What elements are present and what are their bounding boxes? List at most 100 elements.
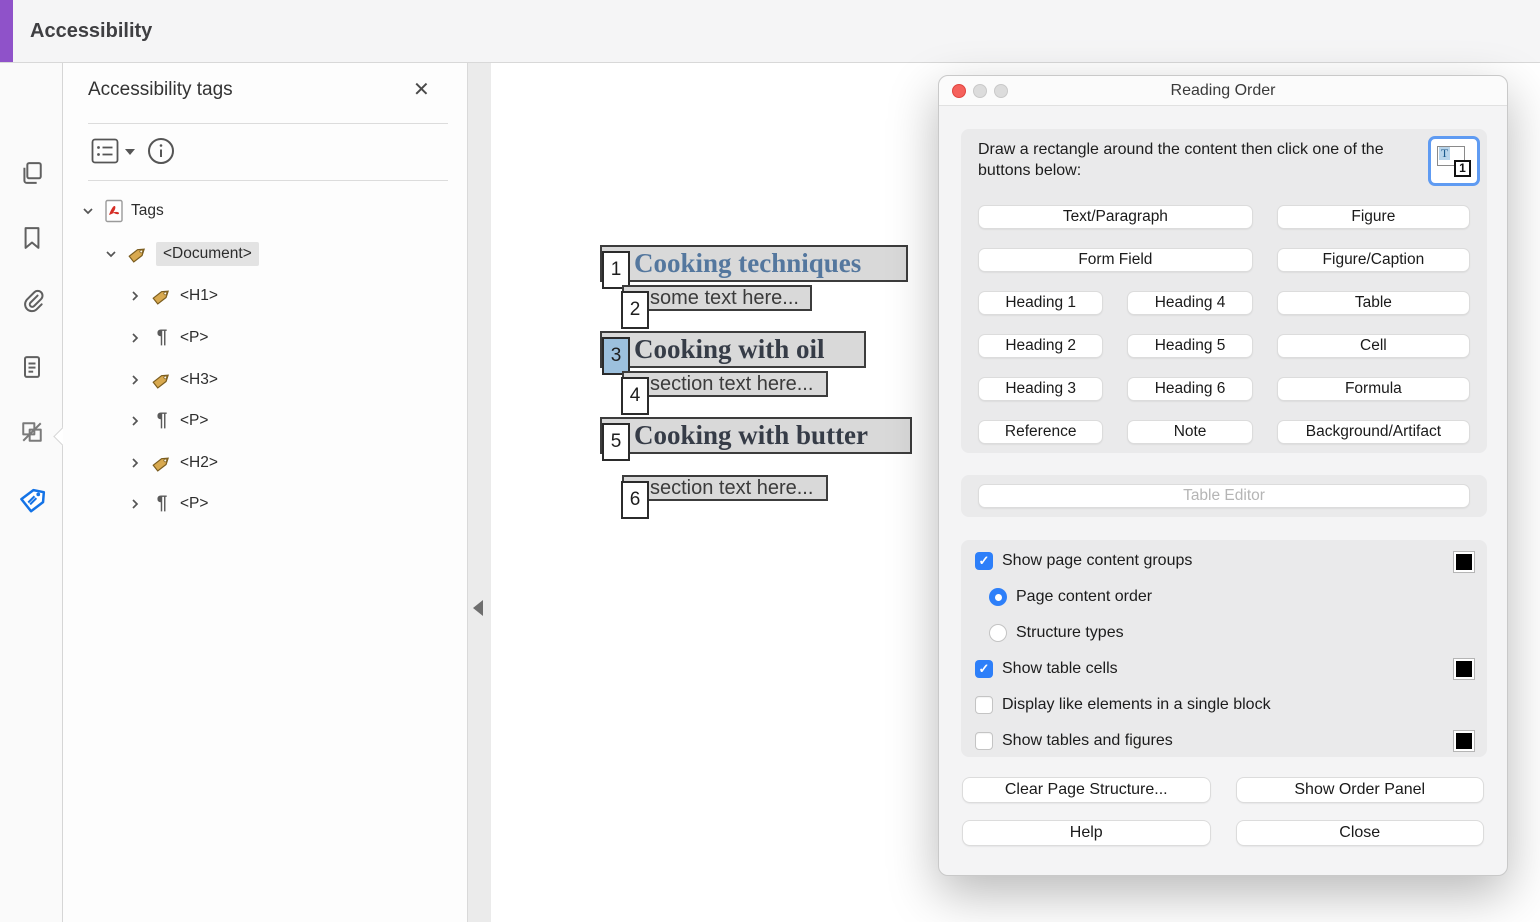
radio-unselected[interactable]: [989, 624, 1007, 642]
tree-row-tags[interactable]: Tags: [81, 197, 164, 225]
reading-order-dialog: Reading Order Draw a rectangle around th…: [938, 75, 1508, 876]
form-field-button[interactable]: Form Field: [979, 249, 1252, 271]
option-page-content-order: Page content order: [989, 587, 1152, 607]
page-thumbnails-icon[interactable]: [16, 157, 48, 189]
accessibility-tags-icon[interactable]: [16, 484, 48, 516]
background-artifact-button[interactable]: Background/Artifact: [1278, 421, 1469, 443]
tree-label[interactable]: <P>: [180, 329, 208, 347]
reading-order-badge[interactable]: 5: [602, 423, 630, 461]
formula-button[interactable]: Formula: [1278, 378, 1469, 400]
chevron-down-icon[interactable]: [81, 204, 95, 218]
page-icon[interactable]: [16, 351, 48, 383]
tree-label[interactable]: Tags: [131, 202, 164, 220]
tree-row-p[interactable]: ¶ <P>: [128, 324, 208, 352]
paragraph-icon: ¶: [150, 327, 174, 349]
tree-row-h2[interactable]: <H2>: [128, 449, 218, 477]
tree-label[interactable]: <H1>: [180, 287, 218, 305]
zoom-window-icon[interactable]: [994, 84, 1008, 98]
cell-button[interactable]: Cell: [1278, 335, 1469, 357]
heading-4-button[interactable]: Heading 4: [1128, 292, 1251, 314]
checkbox-checked[interactable]: [975, 660, 993, 678]
chevron-right-icon[interactable]: [128, 497, 142, 511]
heading-3-button[interactable]: Heading 3: [979, 378, 1102, 400]
content-region-heading3[interactable]: Cooking with oil: [600, 331, 866, 368]
checkbox-unchecked[interactable]: [975, 696, 993, 714]
order-panel-icon[interactable]: [16, 416, 48, 448]
tree-row-document[interactable]: <Document>: [104, 240, 259, 268]
tag-icon: [150, 369, 174, 391]
dropdown-caret-icon[interactable]: [125, 149, 135, 155]
minimize-window-icon[interactable]: [973, 84, 987, 98]
clear-page-structure-button[interactable]: Clear Page Structure...: [963, 778, 1210, 802]
reference-button[interactable]: Reference: [979, 421, 1102, 443]
reading-order-badge[interactable]: 2: [621, 291, 649, 329]
tree-row-h1[interactable]: <H1>: [128, 282, 218, 310]
badge-number: 4: [630, 385, 641, 407]
info-icon[interactable]: [147, 137, 175, 170]
heading-1-button[interactable]: Heading 1: [979, 292, 1102, 314]
reading-order-badge[interactable]: 4: [621, 377, 649, 415]
chevron-right-icon[interactable]: [128, 456, 142, 470]
option-label: Show tables and figures: [1002, 732, 1173, 750]
tree-row-p[interactable]: ¶ <P>: [128, 490, 208, 518]
close-button[interactable]: Close: [1237, 821, 1484, 845]
tree-label-selected[interactable]: <Document>: [156, 242, 259, 266]
badge-number: 5: [611, 431, 622, 453]
content-region-heading2[interactable]: Cooking with butter: [600, 417, 912, 454]
option-label: Page content order: [1016, 588, 1152, 606]
chevron-right-icon[interactable]: [128, 289, 142, 303]
chevron-right-icon[interactable]: [128, 373, 142, 387]
show-order-panel-button[interactable]: Show Order Panel: [1237, 778, 1484, 802]
options-list-icon[interactable]: [91, 138, 119, 169]
help-button[interactable]: Help: [963, 821, 1210, 845]
option-show-tables-and-figures: Show tables and figures: [975, 731, 1173, 751]
radio-selected[interactable]: [989, 588, 1007, 606]
content-groups-color-swatch[interactable]: [1453, 551, 1475, 573]
table-editor-button[interactable]: Table Editor: [979, 485, 1469, 507]
heading-2-button[interactable]: Heading 2: [979, 335, 1102, 357]
collapse-panel-icon[interactable]: [473, 600, 483, 616]
page-title: Accessibility: [30, 0, 152, 62]
panel-splitter[interactable]: [467, 63, 492, 922]
checkbox-checked[interactable]: [975, 552, 993, 570]
figure-button[interactable]: Figure: [1278, 206, 1469, 228]
heading-6-button[interactable]: Heading 6: [1128, 378, 1251, 400]
chevron-right-icon[interactable]: [128, 414, 142, 428]
reading-order-tool-icon[interactable]: T1: [1428, 136, 1480, 186]
tables-figures-color-swatch[interactable]: [1453, 730, 1475, 752]
tree-row-h3[interactable]: <H3>: [128, 366, 218, 394]
tree-label[interactable]: <H2>: [180, 454, 218, 472]
tree-label[interactable]: <H3>: [180, 371, 218, 389]
pdf-file-icon: [103, 199, 125, 223]
option-show-table-cells: Show table cells: [975, 659, 1118, 679]
checkbox-unchecked[interactable]: [975, 732, 993, 750]
tree-row-p[interactable]: ¶ <P>: [128, 407, 208, 435]
option-structure-types: Structure types: [989, 623, 1124, 643]
figure-caption-button[interactable]: Figure/Caption: [1278, 249, 1469, 271]
note-button[interactable]: Note: [1128, 421, 1251, 443]
table-button[interactable]: Table: [1278, 292, 1469, 314]
content-region-heading1[interactable]: Cooking techniques: [600, 245, 908, 282]
attachments-icon[interactable]: [16, 285, 48, 317]
bookmarks-icon[interactable]: [16, 222, 48, 254]
text-paragraph-button[interactable]: Text/Paragraph: [979, 206, 1252, 228]
app-window: Accessibility: [0, 0, 1540, 922]
table-cells-color-swatch[interactable]: [1453, 658, 1475, 680]
reading-order-badge-selected[interactable]: 3: [602, 337, 630, 375]
chevron-down-icon[interactable]: [104, 247, 118, 261]
content-region-paragraph[interactable]: some text here...: [622, 285, 812, 311]
heading-5-button[interactable]: Heading 5: [1128, 335, 1251, 357]
dialog-title-bar[interactable]: Reading Order: [939, 76, 1507, 106]
close-window-icon[interactable]: [952, 84, 966, 98]
close-panel-icon[interactable]: ✕: [413, 77, 430, 102]
tree-label[interactable]: <P>: [180, 495, 208, 513]
panel-title: Accessibility tags: [88, 79, 233, 101]
reading-order-badge[interactable]: 6: [621, 481, 649, 519]
content-region-paragraph[interactable]: section text here...: [622, 475, 828, 501]
region-text: some text here...: [650, 287, 799, 309]
content-region-paragraph[interactable]: section text here...: [622, 371, 828, 397]
chevron-right-icon[interactable]: [128, 331, 142, 345]
tree-label[interactable]: <P>: [180, 412, 208, 430]
reading-order-badge[interactable]: 1: [602, 251, 630, 289]
badge-number: 3: [611, 345, 622, 367]
